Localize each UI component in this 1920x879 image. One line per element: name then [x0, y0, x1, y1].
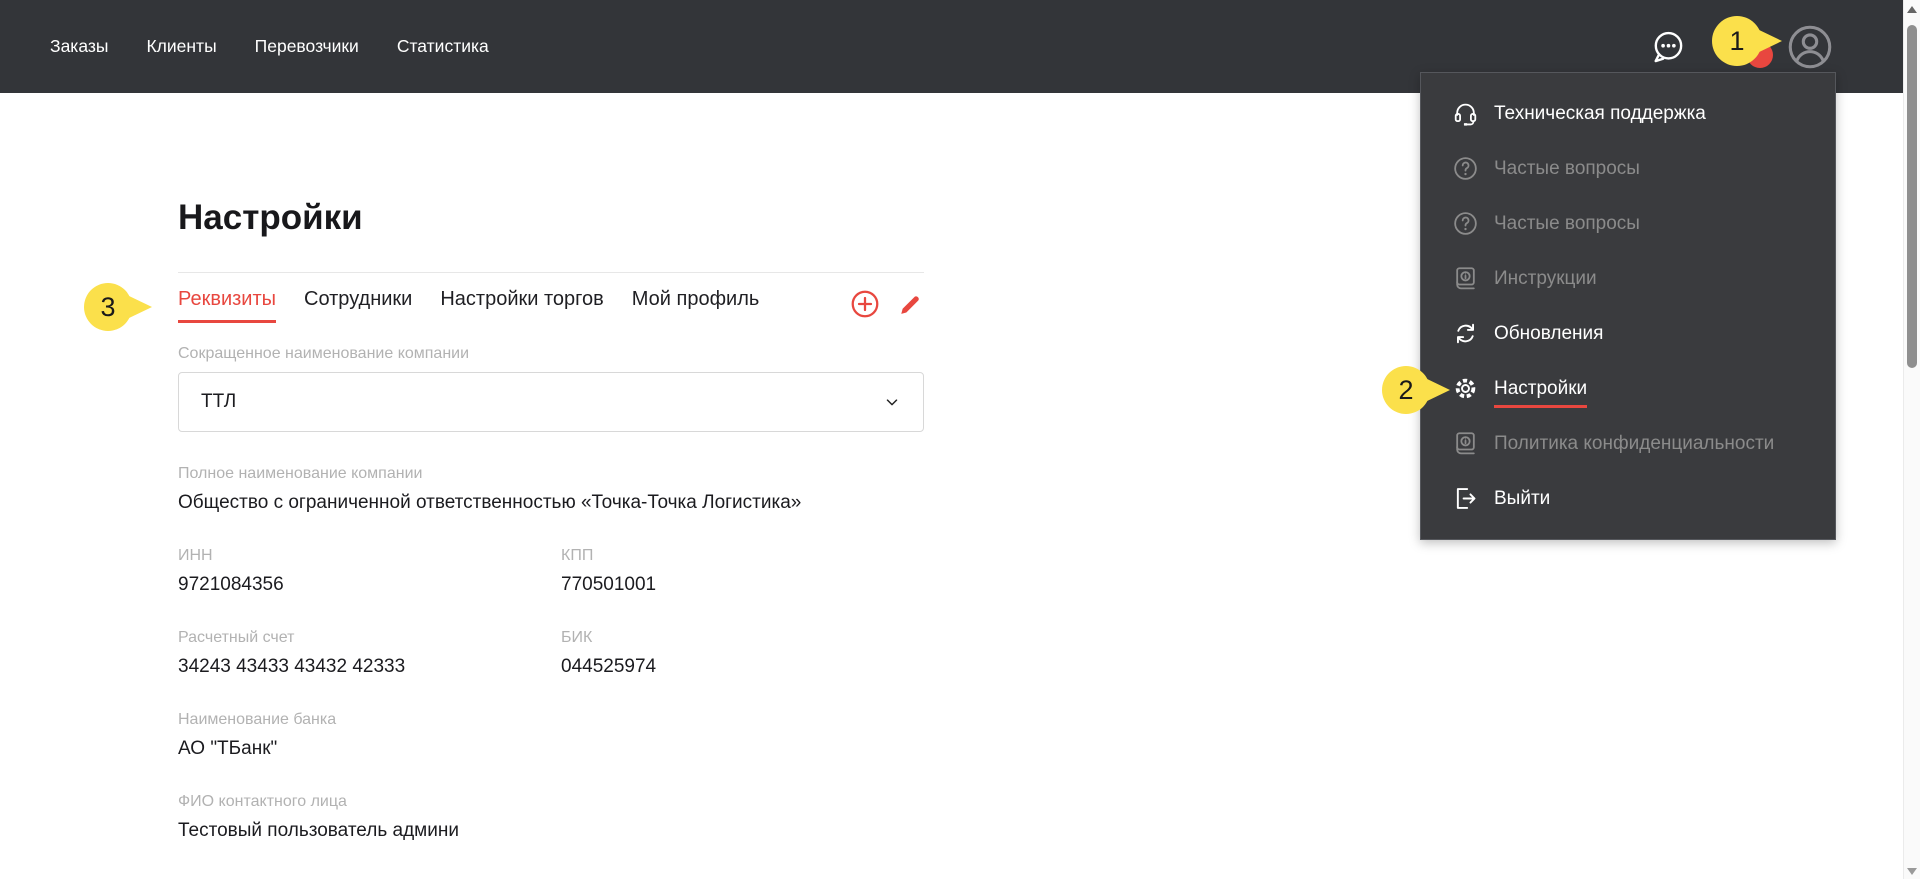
field-value: 044525974	[561, 656, 657, 677]
main-nav: Заказы Клиенты Перевозчики Статистика	[50, 36, 489, 57]
field-bik: БИК 044525974	[561, 629, 924, 678]
annotation-number: 3	[100, 291, 116, 322]
field-label: Расчетный счет	[178, 629, 295, 646]
annotation-step-2: 2	[1382, 366, 1450, 414]
gear-icon	[1451, 375, 1479, 403]
book-info-icon	[1451, 265, 1479, 293]
field-short-name: Сокращенное наименование компании ТТЛ	[178, 345, 924, 432]
menu-item-label: Настройки	[1494, 378, 1588, 408]
short-name-select[interactable]: ТТЛ	[178, 372, 924, 432]
edit-pencil-icon[interactable]	[897, 291, 924, 318]
field-value: 34243 43433 43432 42333	[178, 656, 406, 677]
nav-item-orders[interactable]: Заказы	[50, 36, 108, 57]
field-contact-person: ФИО контактного лица Тестовый пользовате…	[178, 793, 924, 842]
field-label: КПП	[561, 547, 594, 564]
field-label: Сокращенное наименование компании	[178, 345, 470, 362]
tab-employees[interactable]: Сотрудники	[304, 288, 412, 323]
book-info-icon	[1451, 430, 1479, 458]
question-icon	[1451, 155, 1479, 183]
tab-trade-settings[interactable]: Настройки торгов	[440, 288, 603, 323]
field-account: Расчетный счет 34243 43433 43432 42333	[178, 629, 561, 678]
requisites-form: Сокращенное наименование компании ТТЛ По…	[178, 345, 924, 842]
question-icon	[1451, 210, 1479, 238]
vertical-scrollbar[interactable]	[1903, 0, 1920, 879]
logout-icon	[1451, 485, 1479, 513]
headset-icon	[1451, 100, 1479, 128]
menu-item-support[interactable]: Техническая поддержка	[1421, 86, 1835, 141]
scrollbar-thumb[interactable]	[1907, 25, 1917, 368]
tab-my-profile[interactable]: Мой профиль	[632, 288, 760, 323]
nav-item-carriers[interactable]: Перевозчики	[255, 36, 359, 57]
annotation-step-3: 3	[84, 283, 152, 331]
refresh-icon	[1451, 320, 1479, 348]
add-circle-icon[interactable]	[849, 288, 881, 320]
field-value: Тестовый пользователь админи	[178, 820, 459, 841]
annotation-step-1: 1	[1712, 16, 1782, 66]
field-label: ФИО контактного лица	[178, 793, 347, 810]
field-value: АО "ТБанк"	[178, 738, 278, 759]
settings-tabs: Реквизиты Сотрудники Настройки торгов Мо…	[178, 288, 924, 323]
menu-item-faq-2[interactable]: Частые вопросы	[1421, 196, 1835, 251]
menu-item-label: Выйти	[1494, 487, 1551, 509]
menu-item-label: Техническая поддержка	[1494, 102, 1706, 124]
title-divider	[178, 272, 924, 273]
scroll-up-arrow[interactable]	[1907, 6, 1917, 13]
menu-item-label: Политика конфиденциальности	[1494, 432, 1775, 454]
page-title: Настройки	[178, 198, 363, 237]
user-icon[interactable]	[1787, 24, 1833, 70]
menu-item-updates[interactable]: Обновления	[1421, 306, 1835, 361]
field-label: Полное наименование компании	[178, 465, 423, 482]
chat-icon[interactable]	[1649, 28, 1687, 66]
scroll-down-arrow[interactable]	[1907, 868, 1917, 875]
menu-item-faq-1[interactable]: Частые вопросы	[1421, 141, 1835, 196]
field-value: 770501001	[561, 574, 657, 595]
field-full-name: Полное наименование компании Общество с …	[178, 465, 924, 514]
menu-item-label: Инструкции	[1494, 267, 1597, 289]
field-value: Общество с ограниченной ответственностью…	[178, 492, 802, 513]
settings-page: Настройки Реквизиты Сотрудники Настройки…	[178, 198, 924, 875]
menu-item-label: Обновления	[1494, 322, 1604, 344]
field-value: 9721084356	[178, 574, 284, 595]
menu-item-label: Частые вопросы	[1494, 157, 1640, 179]
menu-item-instructions[interactable]: Инструкции	[1421, 251, 1835, 306]
menu-item-privacy-policy[interactable]: Политика конфиденциальности	[1421, 416, 1835, 471]
field-label: БИК	[561, 629, 593, 646]
tab-requisites[interactable]: Реквизиты	[178, 288, 277, 323]
field-inn: ИНН 9721084356	[178, 547, 561, 596]
annotation-number: 1	[1729, 25, 1745, 56]
user-dropdown-menu: Техническая поддержка Частые вопросы Час…	[1420, 72, 1836, 540]
menu-item-settings[interactable]: Настройки	[1421, 361, 1835, 416]
nav-item-stats[interactable]: Статистика	[397, 36, 489, 57]
field-label: ИНН	[178, 547, 213, 564]
nav-item-clients[interactable]: Клиенты	[146, 36, 216, 57]
chevron-down-icon	[883, 393, 901, 411]
select-value: ТТЛ	[201, 391, 237, 412]
field-kpp: КПП 770501001	[561, 547, 924, 596]
field-bank-name: Наименование банка АО "ТБанк"	[178, 711, 924, 760]
menu-item-logout[interactable]: Выйти	[1421, 471, 1835, 526]
annotation-number: 2	[1398, 374, 1414, 405]
field-label: Наименование банка	[178, 711, 337, 728]
menu-item-label: Частые вопросы	[1494, 212, 1640, 234]
